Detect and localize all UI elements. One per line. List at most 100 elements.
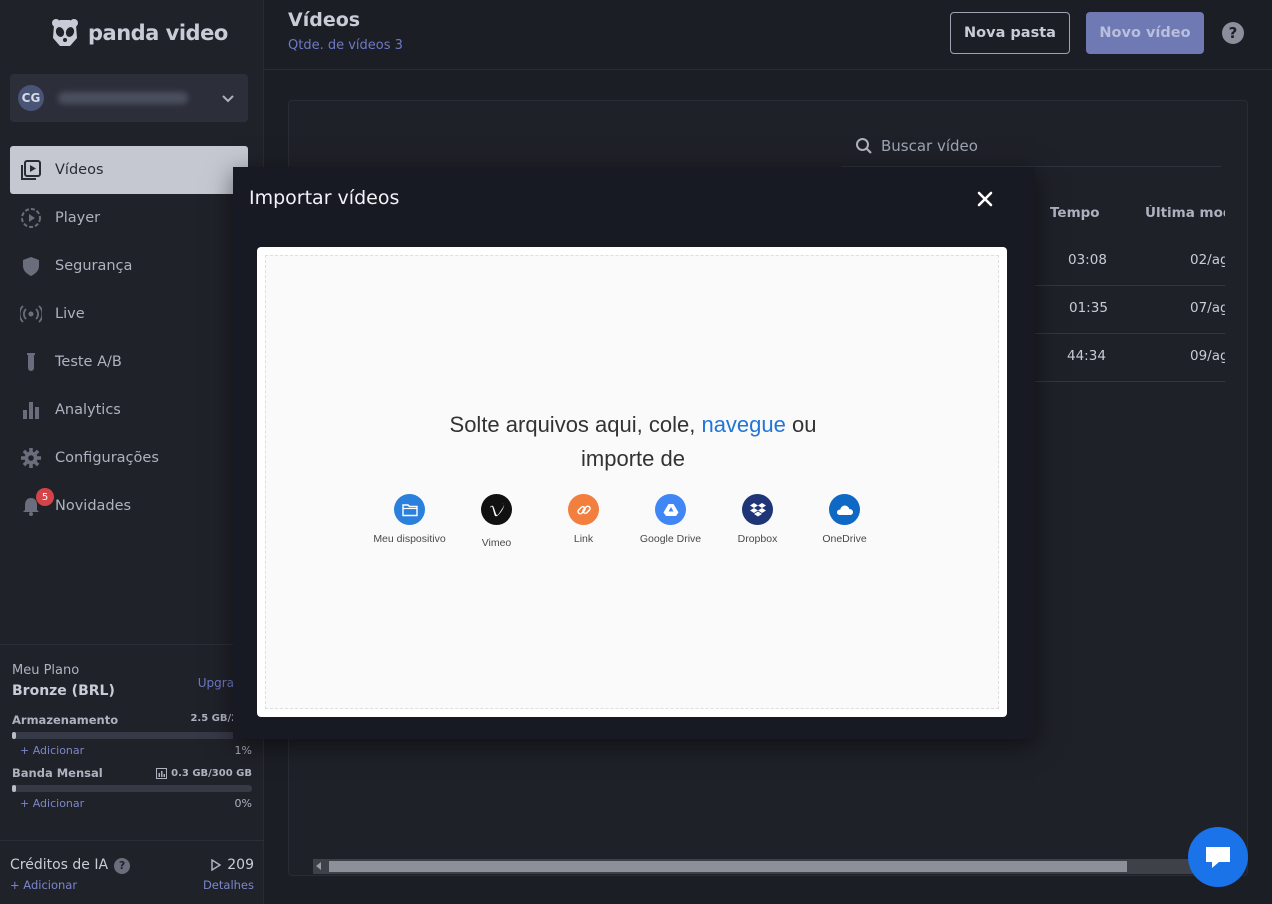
chat-support-button[interactable]	[1188, 827, 1248, 887]
sidebar-item-label: Configurações	[55, 450, 159, 466]
source-my-device[interactable]: Meu dispositivo	[366, 494, 453, 549]
source-label: Vimeo	[481, 537, 512, 549]
storage-progress-bar	[12, 732, 252, 739]
sidebar-item-news[interactable]: 5 Novidades	[10, 482, 248, 530]
account-name-blurred	[58, 92, 188, 104]
upgrade-link[interactable]: Upgra	[198, 676, 234, 690]
row-time: 01:35	[1069, 300, 1108, 316]
search-placeholder: Buscar vídeo	[881, 136, 978, 155]
page-header: Vídeos Qtde. de vídeos 3 Nova pasta Novo…	[264, 0, 1272, 70]
search-icon	[856, 137, 872, 154]
source-onedrive[interactable]: OneDrive	[801, 494, 888, 549]
browse-link[interactable]: navegue	[701, 412, 785, 437]
bar-chart-icon	[20, 399, 42, 421]
row-time: 03:08	[1068, 252, 1107, 268]
drop-text-part1: Solte arquivos aqui, cole,	[449, 412, 702, 437]
ai-credits-details-link[interactable]: Detalhes	[203, 878, 254, 892]
vimeo-icon	[481, 494, 512, 525]
bandwidth-value-wrap: 0.3 GB/300 GB	[156, 766, 252, 780]
import-videos-modal: Importar vídeos Solte arquivos aqui, col…	[233, 167, 1035, 739]
sidebar-nav: Vídeos Player Segurança Live Teste A/B A…	[10, 146, 248, 530]
sidebar-item-label: Segurança	[55, 258, 133, 274]
ai-credits-section: Créditos de IA? 209 + Adicionar Detalhes	[0, 840, 264, 892]
video-count: Qtde. de vídeos 3	[288, 38, 403, 53]
test-tube-icon	[20, 351, 42, 373]
source-link[interactable]: Link	[540, 494, 627, 549]
drop-instructions: Solte arquivos aqui, cole, navegue ou im…	[266, 408, 1000, 476]
sidebar-item-security[interactable]: Segurança	[10, 242, 248, 290]
brand-name: panda video	[88, 21, 228, 45]
video-library-icon	[20, 159, 42, 181]
ai-credits-links: + Adicionar Detalhes	[10, 878, 254, 892]
panda-logo-icon	[52, 19, 78, 46]
bandwidth-value: 0.3 GB/300 GB	[171, 767, 252, 779]
sidebar-item-live[interactable]: Live	[10, 290, 248, 338]
sidebar-item-player[interactable]: Player	[10, 194, 248, 242]
storage-add-link[interactable]: + Adicionar	[20, 744, 84, 757]
search-input[interactable]: Buscar vídeo	[841, 125, 1221, 167]
source-label: Google Drive	[639, 533, 702, 545]
bandwidth-progress-fill	[12, 785, 16, 792]
sidebar-item-analytics[interactable]: Analytics	[10, 386, 248, 434]
storage-progress-fill	[12, 732, 16, 739]
source-label: Dropbox	[737, 533, 778, 545]
storage-meter-header: Armazenamento 2.5 GB/200	[12, 713, 252, 727]
storage-label: Armazenamento	[12, 713, 119, 727]
account-selector[interactable]: CG	[10, 74, 248, 122]
onedrive-icon	[829, 494, 860, 525]
horizontal-scrollbar[interactable]	[313, 859, 1223, 874]
bandwidth-progress-bar	[12, 785, 252, 792]
bandwidth-meter-header: Banda Mensal 0.3 GB/300 GB	[12, 766, 252, 780]
close-icon	[977, 191, 993, 207]
sidebar-item-settings[interactable]: Configurações	[10, 434, 248, 482]
ai-credits-label-wrap: Créditos de IA?	[10, 857, 131, 874]
dropzone-area[interactable]: Solte arquivos aqui, cole, navegue ou im…	[265, 255, 999, 709]
source-google-drive[interactable]: Google Drive	[627, 494, 714, 549]
ai-credits-row: Créditos de IA? 209	[10, 857, 254, 874]
row-modified: 07/ag	[1190, 300, 1225, 316]
notification-badge: 5	[36, 488, 54, 506]
link-icon	[568, 494, 599, 525]
page-title: Vídeos	[288, 9, 361, 31]
broadcast-icon	[20, 303, 42, 325]
sidebar-item-ab-test[interactable]: Teste A/B	[10, 338, 248, 386]
help-icon[interactable]: ?	[114, 857, 131, 874]
new-folder-button[interactable]: Nova pasta	[950, 12, 1070, 54]
close-button[interactable]	[973, 187, 997, 211]
folder-icon	[394, 494, 425, 525]
plan-section: Meu Plano Bronze (BRL) Upgra Armazenamen…	[0, 644, 264, 810]
chart-icon[interactable]	[156, 767, 168, 779]
avatar: CG	[18, 85, 44, 111]
column-header-time[interactable]: Tempo	[1050, 205, 1100, 221]
drop-text-part2: ou	[785, 412, 817, 437]
ai-credits-count: 209	[227, 857, 254, 874]
scroll-left-arrow-icon[interactable]	[316, 862, 321, 870]
shield-icon	[20, 255, 42, 277]
sidebar-item-videos[interactable]: Vídeos	[10, 146, 248, 194]
gear-icon	[20, 447, 42, 469]
bandwidth-label: Banda Mensal	[12, 766, 103, 780]
brand-logo[interactable]: panda video	[48, 16, 228, 50]
sidebar-item-label: Novidades	[55, 498, 132, 514]
column-header-modified[interactable]: Última mod	[1145, 205, 1225, 221]
play-icon	[211, 859, 222, 872]
storage-percent: 1%	[234, 744, 252, 757]
modal-header: Importar vídeos	[233, 167, 1035, 231]
source-label: Link	[573, 533, 594, 545]
chevron-down-icon	[222, 95, 234, 103]
row-modified: 02/ag	[1190, 252, 1225, 268]
help-icon[interactable]: ?	[1222, 22, 1244, 44]
scrollbar-thumb[interactable]	[329, 861, 1127, 872]
source-vimeo[interactable]: Vimeo	[453, 494, 540, 549]
sidebar-item-label: Live	[55, 306, 85, 322]
ai-credits-add-link[interactable]: + Adicionar	[10, 878, 77, 892]
sidebar-item-label: Teste A/B	[55, 354, 122, 370]
bandwidth-add-link[interactable]: + Adicionar	[20, 797, 84, 810]
sidebar-item-label: Player	[55, 210, 101, 226]
new-video-button[interactable]: Novo vídeo	[1086, 12, 1204, 54]
source-dropbox[interactable]: Dropbox	[714, 494, 801, 549]
dropbox-icon	[742, 494, 773, 525]
import-sources: Meu dispositivo Vimeo Link Google Drive …	[366, 494, 896, 549]
sidebar: panda video CG Vídeos Player Segurança L…	[0, 0, 264, 904]
upload-dropzone[interactable]: Solte arquivos aqui, cole, navegue ou im…	[257, 247, 1007, 717]
